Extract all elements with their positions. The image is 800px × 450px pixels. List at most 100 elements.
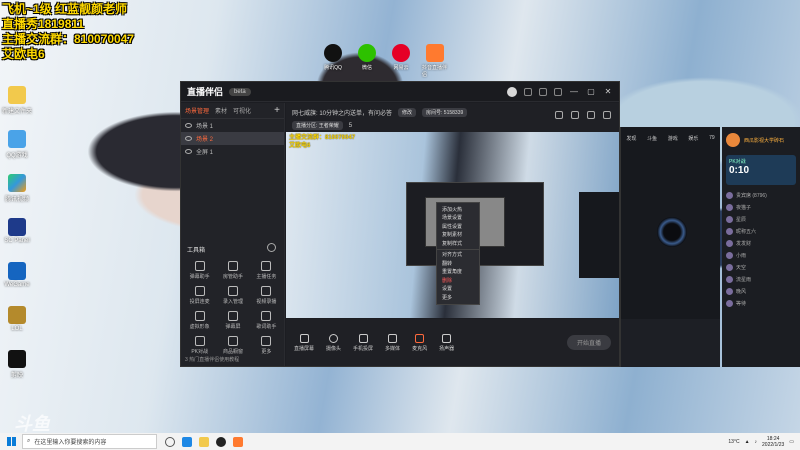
desktop-icon-sc[interactable]: SC Panel [2, 218, 32, 262]
tab-visual[interactable]: 可视化 [233, 106, 251, 115]
desktop-icon-tencent-video[interactable]: 腾讯视频 [2, 174, 32, 218]
app-icon[interactable] [216, 436, 226, 447]
scene-item[interactable]: 场景 1 [181, 119, 284, 132]
menu-item[interactable]: 场景设置 [437, 214, 479, 223]
media-button[interactable]: 多媒体 [385, 333, 400, 352]
desktop-icon-qq[interactable]: 腾讯QQ [320, 44, 346, 78]
record-icon[interactable] [587, 111, 595, 119]
list-item[interactable]: 等待 [726, 297, 796, 309]
tool-input-manage[interactable]: 录入管理 [216, 286, 249, 305]
tool-lyrics[interactable]: 歌词助手 [250, 311, 283, 330]
speaker-button[interactable]: 扬声器 [439, 333, 454, 352]
toolbox-settings-icon[interactable] [267, 243, 276, 252]
menu-item[interactable]: 添加火热 [437, 205, 479, 214]
notification-icon[interactable]: ▭ [789, 439, 794, 445]
tool-room-admin[interactable]: 房管助手 [216, 261, 249, 280]
tool-pk[interactable]: PK对战 [183, 336, 216, 355]
lol-icon [8, 306, 26, 324]
list-item[interactable]: 小雨 [726, 249, 796, 261]
live-tab[interactable]: 发现 [626, 135, 636, 142]
desktop-icon-wechat[interactable]: 微信 [354, 44, 380, 78]
list-item[interactable]: 星辰 [726, 213, 796, 225]
tool-cast[interactable]: 投屏连麦 [183, 286, 216, 305]
add-scene-icon[interactable]: + [274, 105, 280, 116]
desktop-icon-live-companion[interactable]: 抖音直播伴侣 [422, 44, 448, 78]
scene-item-active[interactable]: 场景 2 [181, 132, 284, 145]
screen-capture-button[interactable]: 直播屏幕 [294, 333, 314, 352]
tool-tasks[interactable]: 主播任务 [250, 261, 283, 280]
menu-item[interactable]: 重置角度 [437, 268, 479, 277]
list-item[interactable]: 贵宾席 (8796) [726, 189, 796, 201]
microphone-button[interactable]: 麦克风 [412, 333, 427, 352]
eye-icon[interactable] [185, 123, 192, 128]
list-item[interactable]: 夜猫子 [726, 201, 796, 213]
tab-scenes[interactable]: 场景管理 [185, 106, 209, 115]
toolbox-grid: 弹幕助手 房管助手 主播任务 投屏连麦 录入管理 视频录播 虚拟形象 弹幕屏 歌… [183, 261, 283, 355]
settings-icon[interactable] [554, 87, 562, 96]
menu-item[interactable]: 复制素材 [437, 231, 479, 240]
stream-preview[interactable]: 主播交流群：810070047 艾欧电6 添加火热 场景设置 属性设置 复制素材… [286, 132, 619, 318]
menu-item[interactable]: 设置 [437, 285, 479, 294]
menu-item[interactable]: 属性设置 [437, 222, 479, 231]
start-button[interactable] [0, 437, 22, 446]
taskbar-clock[interactable]: 18:24 2022/1/23 [762, 436, 784, 448]
taskbar-search[interactable]: ⌕ 在这里输入你要搜索的内容 [22, 434, 157, 449]
skin-icon[interactable] [539, 87, 547, 96]
tab-materials[interactable]: 素材 [215, 106, 227, 115]
edit-title-button[interactable]: 修改 [398, 108, 417, 117]
menu-item[interactable]: 对齐方式 [437, 251, 479, 260]
maximize-icon[interactable]: ▢ [586, 87, 596, 96]
desktop-icon-lol[interactable]: LOL [2, 306, 32, 350]
phone-cast-button[interactable]: 手机投屏 [353, 333, 373, 352]
search-input[interactable]: 在这里输入你要搜索的内容 [34, 437, 106, 446]
list-item[interactable]: 流星雨 [726, 273, 796, 285]
desktop-icon-folder[interactable]: 新建文件夹 [2, 86, 32, 130]
tool-danmaku[interactable]: 弹幕助手 [183, 261, 216, 280]
user-avatar[interactable] [507, 86, 517, 97]
eye-icon[interactable] [185, 136, 192, 141]
message-icon[interactable] [524, 87, 532, 96]
weather-text[interactable]: 13°C [728, 439, 739, 445]
list-item[interactable]: 天空 [726, 261, 796, 273]
start-live-button[interactable]: 开始直播 [566, 335, 611, 350]
menu-item-delete[interactable]: 删除 [437, 276, 479, 285]
live-tab[interactable]: 娱乐 [688, 135, 698, 142]
tool-danmaku-screen[interactable]: 弹幕屏 [216, 311, 249, 330]
share-icon[interactable] [603, 111, 611, 119]
tutorial-link[interactable]: 3 热门直播伴侣使用教程 [185, 356, 239, 363]
list-item[interactable]: 昵称五六 [726, 225, 796, 237]
live-tab[interactable]: 游戏 [668, 135, 678, 142]
live-tab[interactable]: 斗鱼 [647, 135, 657, 142]
streamer-avatar[interactable] [726, 133, 740, 147]
menu-item[interactable]: 翻转 [437, 259, 479, 268]
list-item[interactable]: 发发财 [726, 237, 796, 249]
category-badge[interactable]: 直播分区: 王者荣耀 [292, 121, 343, 130]
tool-label: 弹幕屏 [225, 324, 241, 330]
menu-item[interactable]: 更多 [437, 293, 479, 302]
tool-shop[interactable]: 商品橱窗 [216, 336, 249, 355]
chat-user: 发发财 [736, 240, 752, 247]
desktop-icon-netease[interactable]: 网易云 [388, 44, 414, 78]
tool-more[interactable]: 更多 [250, 336, 283, 355]
close-icon[interactable]: ✕ [603, 87, 613, 96]
file-explorer-icon[interactable] [199, 436, 209, 447]
desktop-icon-qqgame[interactable]: QQ游戏 [2, 130, 32, 174]
live-companion-taskbar-icon[interactable] [233, 436, 243, 447]
tool-record[interactable]: 视频录播 [250, 286, 283, 305]
desktop-icon-capcut[interactable]: 剪映 [2, 350, 32, 394]
desktop-icon-wegame[interactable]: WeGame [2, 262, 32, 306]
list-item[interactable]: 晚风 [726, 285, 796, 297]
app-version-badge[interactable]: beta [229, 87, 251, 96]
fans-icon[interactable] [571, 111, 579, 119]
gift-icon[interactable] [555, 111, 563, 119]
browser-icon[interactable] [182, 436, 192, 447]
eye-icon[interactable] [185, 149, 192, 154]
minimize-icon[interactable]: — [569, 87, 579, 96]
volume-icon[interactable]: ♪ [755, 439, 758, 445]
task-view-icon[interactable] [165, 436, 175, 447]
menu-item[interactable]: 复制样式 [437, 239, 479, 248]
tool-avatar[interactable]: 虚拟形象 [183, 311, 216, 330]
camera-button[interactable]: 摄像头 [326, 333, 341, 352]
network-icon[interactable]: ▲ [745, 439, 750, 445]
scene-item[interactable]: 全屏 1 [181, 145, 284, 158]
